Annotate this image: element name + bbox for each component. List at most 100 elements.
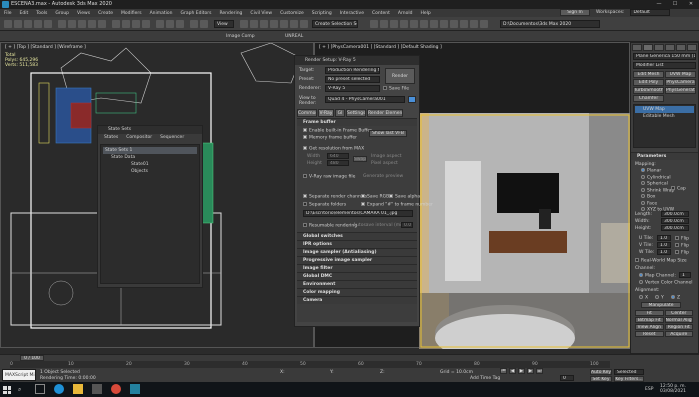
modifier-physcamera-button[interactable]: PhysCamera bbox=[665, 79, 696, 86]
save-alpha-checkbox[interactable]: Save alpha bbox=[389, 194, 420, 200]
menu-tools[interactable]: Tools bbox=[36, 11, 47, 16]
toolbar-tool-icon[interactable] bbox=[176, 20, 184, 28]
language-indicator[interactable]: ESP bbox=[645, 387, 653, 392]
object-name-field[interactable]: Plane Generica 150 mm (16:10) bbox=[633, 53, 696, 60]
map-channel-radio[interactable]: Map Channel: bbox=[639, 273, 676, 280]
raw-image-checkbox[interactable]: V-Ray raw image file bbox=[303, 174, 355, 180]
width-field-param[interactable]: 300.0cm bbox=[661, 218, 689, 224]
menu-content[interactable]: Content bbox=[372, 11, 390, 16]
go-start-icon[interactable]: ⏮ bbox=[500, 368, 507, 374]
length-field[interactable]: 300.0cm bbox=[661, 211, 689, 217]
lock-view-button[interactable] bbox=[408, 96, 416, 103]
menu-group[interactable]: Group bbox=[55, 11, 69, 16]
close-button[interactable]: ✕ bbox=[683, 0, 699, 9]
align-center-button[interactable]: Center bbox=[664, 310, 693, 316]
toolbar-tool-icon[interactable] bbox=[370, 20, 378, 28]
view-dropdown[interactable]: View bbox=[214, 20, 234, 28]
play-icon[interactable]: ▶ bbox=[518, 368, 525, 374]
rollout-ipr-options[interactable]: IPR options bbox=[297, 240, 417, 248]
maxscript-listener[interactable]: MAXScript Mi bbox=[2, 369, 36, 381]
hierarchy-tab-icon[interactable] bbox=[654, 44, 664, 51]
stack-item-editable-mesh[interactable]: Editable Mesh bbox=[635, 113, 694, 120]
menu-interactive[interactable]: Interactive bbox=[340, 11, 364, 16]
menu-modifiers[interactable]: Modifiers bbox=[121, 11, 142, 16]
file-explorer-icon[interactable] bbox=[73, 384, 83, 394]
toolbar-tool-icon[interactable] bbox=[480, 20, 488, 28]
add-time-tag-button[interactable]: Add Time Tag bbox=[470, 376, 500, 381]
toolbar-tool-icon[interactable] bbox=[290, 20, 298, 28]
3dsmax-icon[interactable] bbox=[130, 384, 140, 394]
rollout-progressive-image-sampler[interactable]: Progressive image sampler bbox=[297, 256, 417, 264]
real-world-checkbox[interactable]: Real-World Map Size bbox=[635, 258, 687, 265]
menu-graph-editors[interactable]: Graph Editors bbox=[181, 11, 212, 16]
toolbar-tool-icon[interactable] bbox=[270, 20, 278, 28]
tab-gi[interactable]: GI bbox=[335, 109, 345, 117]
menu-civil-view[interactable]: Civil View bbox=[250, 11, 272, 16]
toolbar-tool-icon[interactable] bbox=[430, 20, 438, 28]
toolbar-tool-icon[interactable] bbox=[44, 20, 52, 28]
rollout-camera[interactable]: Camera bbox=[297, 296, 417, 304]
toolbar-tool-icon[interactable] bbox=[280, 20, 288, 28]
toolbar-tool-icon[interactable] bbox=[122, 20, 130, 28]
menu-customize[interactable]: Customize bbox=[280, 11, 304, 16]
toolbar-tool-icon[interactable] bbox=[390, 20, 398, 28]
height-field-param[interactable]: 300.0cm bbox=[661, 225, 689, 231]
memory-fb-checkbox[interactable]: Memory frame buffer bbox=[303, 135, 357, 141]
taskbar-search-icon[interactable]: ⌕ bbox=[18, 386, 21, 394]
toolbar-tool-icon[interactable] bbox=[250, 20, 258, 28]
rollout-environment[interactable]: Environment bbox=[297, 280, 417, 288]
tab-render-elements[interactable]: Render Elements bbox=[367, 109, 403, 117]
maximize-button[interactable]: ☐ bbox=[667, 0, 683, 9]
width-field[interactable]: 640 bbox=[327, 153, 349, 159]
w-tile-field[interactable]: 1.0 bbox=[657, 249, 671, 255]
toolbar-tool-icon[interactable] bbox=[440, 20, 448, 28]
tab-settings[interactable]: Settings bbox=[346, 109, 366, 117]
rollout-image-filter[interactable]: Image filter bbox=[297, 264, 417, 272]
menu-file[interactable]: File bbox=[4, 11, 12, 16]
modifier-edit-poly-button[interactable]: Edit Poly bbox=[633, 79, 664, 86]
objects-item[interactable]: Objects bbox=[103, 168, 197, 175]
state-data-item[interactable]: State Data bbox=[103, 154, 197, 161]
swap-button[interactable]: Swap bbox=[353, 156, 367, 162]
image-comp-label[interactable]: Image Comp bbox=[226, 34, 255, 39]
sign-in-button[interactable]: Sign In bbox=[560, 9, 590, 16]
save-rgb-checkbox[interactable]: Save RGB bbox=[361, 194, 389, 200]
project-path[interactable]: D:\Documentos\3ds Max 2020 bbox=[500, 20, 600, 28]
align-bitmap-fit-button[interactable]: Bitmap Fit bbox=[635, 317, 664, 323]
expand-frame-checkbox[interactable]: Expand "#" to frame number bbox=[361, 202, 433, 208]
auto-key-button[interactable]: Auto Key bbox=[590, 369, 612, 375]
rollout-global-dmc[interactable]: Global DMC bbox=[297, 272, 417, 280]
toolbar-tool-icon[interactable] bbox=[200, 20, 208, 28]
axis-y-radio[interactable]: Y bbox=[655, 295, 664, 302]
chrome-icon[interactable] bbox=[111, 384, 121, 394]
resumable-checkbox[interactable]: Resumable rendering bbox=[303, 223, 357, 229]
align-region-fit-button[interactable]: Region Fit bbox=[664, 324, 693, 330]
view-dropdown-render[interactable]: Quad 4 - PhysCamera001 bbox=[325, 96, 405, 103]
toolbar-tool-icon[interactable] bbox=[300, 20, 308, 28]
toolbar-tool-icon[interactable] bbox=[68, 20, 76, 28]
toolbar-tool-icon[interactable] bbox=[34, 20, 42, 28]
selected-dropdown[interactable]: Selected bbox=[614, 369, 644, 375]
modifier-turbosmooth-button[interactable]: TurboSmooth bbox=[633, 87, 664, 94]
height-field[interactable]: 480 bbox=[327, 160, 349, 166]
toolbar-tool-icon[interactable] bbox=[166, 20, 174, 28]
current-frame-field[interactable]: 0 bbox=[560, 375, 574, 381]
state-sets-window[interactable]: State Sets States Compositor Sequencer S… bbox=[97, 125, 203, 288]
toolbar-tool-icon[interactable] bbox=[240, 20, 248, 28]
preset-dropdown[interactable]: No preset selected bbox=[325, 76, 380, 83]
next-frame-icon[interactable]: ▶ bbox=[527, 368, 534, 374]
channels-path-field[interactable]: D:\Escritorio\elementos\CAMARA 01_.jpg bbox=[303, 210, 413, 217]
map-channel-field[interactable]: 1 bbox=[679, 272, 691, 278]
render-button[interactable]: Render bbox=[385, 68, 415, 84]
menu-create[interactable]: Create bbox=[98, 11, 113, 16]
unreal-label[interactable]: UNREAL bbox=[285, 34, 303, 39]
flip-u-checkbox[interactable]: Flip bbox=[675, 236, 689, 243]
toolbar-tool-icon[interactable] bbox=[88, 20, 96, 28]
manipulate-button[interactable]: Manipulate bbox=[641, 302, 681, 308]
get-resolution-checkbox[interactable]: Get resolution from MAX bbox=[303, 146, 364, 152]
toolbar-tool-icon[interactable] bbox=[190, 20, 198, 28]
rollout-global-switches[interactable]: Global switches bbox=[297, 232, 417, 240]
axis-z-radio[interactable]: Z bbox=[671, 295, 680, 302]
toolbar-tool-icon[interactable] bbox=[132, 20, 140, 28]
compositor-menu[interactable]: Compositor bbox=[126, 134, 152, 142]
